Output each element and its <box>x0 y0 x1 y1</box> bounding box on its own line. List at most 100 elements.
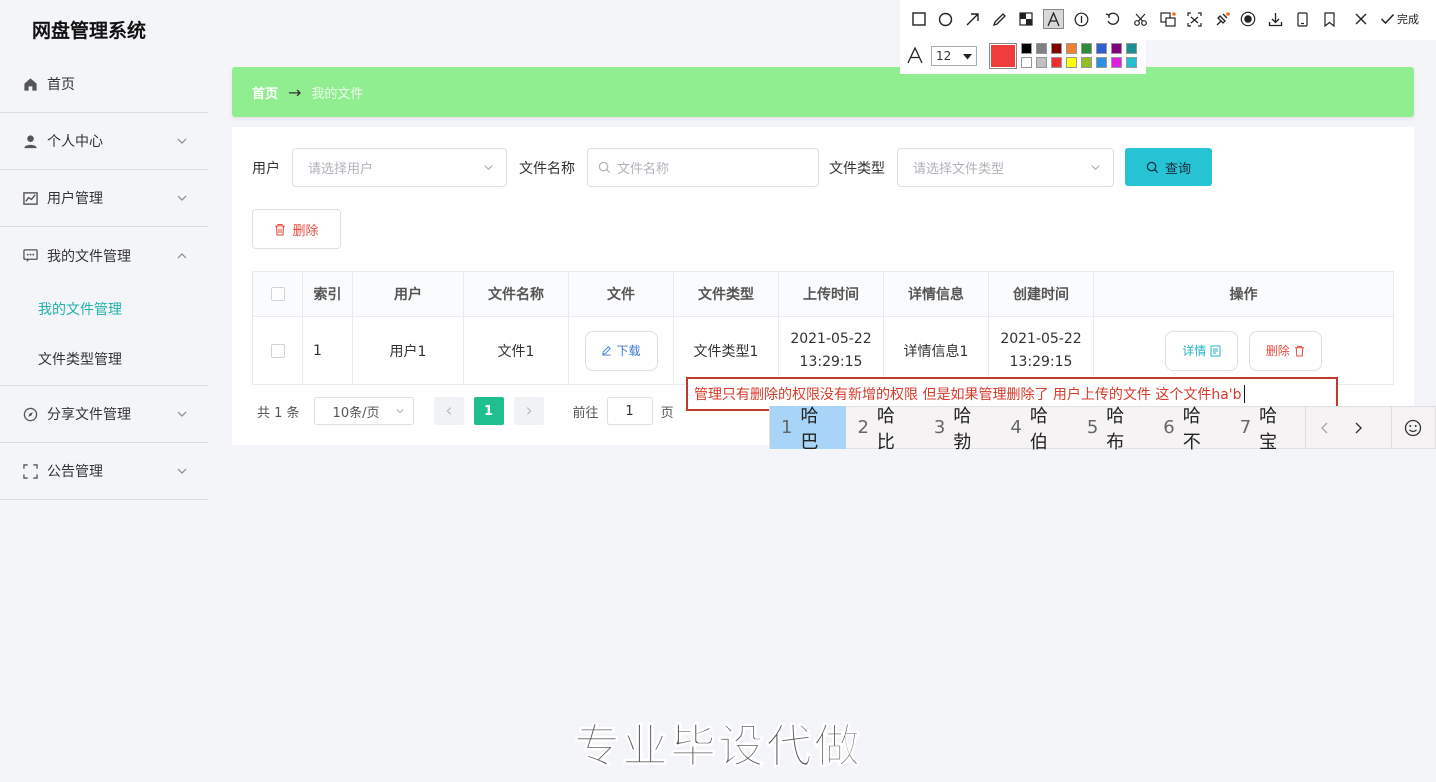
breadcrumb-home[interactable]: 首页 <box>252 83 278 102</box>
ellipse-tool-icon[interactable] <box>936 10 954 28</box>
color-swatch[interactable] <box>1111 57 1122 68</box>
ime-candidate[interactable]: 2 哈比 <box>846 406 922 453</box>
create-date: 2021-05-22 <box>1000 330 1082 347</box>
column-header[interactable]: 详情信息 <box>883 271 989 317</box>
download-button[interactable]: 下载 <box>584 330 658 371</box>
ime-candidate[interactable]: 5 哈布 <box>1076 406 1152 453</box>
column-header[interactable]: 文件 <box>568 271 674 317</box>
chevron-down-icon <box>177 468 187 474</box>
close-icon[interactable] <box>1352 10 1370 28</box>
detail-button[interactable]: 详情 <box>1165 330 1239 371</box>
user-select-placeholder: 请选择用户 <box>308 162 374 177</box>
undo-icon[interactable] <box>1103 10 1121 28</box>
text-tool-icon[interactable] <box>1043 9 1064 29</box>
page-size-select[interactable]: 10条/页 <box>313 397 414 425</box>
color-swatch[interactable] <box>1111 43 1122 54</box>
column-header[interactable]: 索引 <box>302 271 353 317</box>
filename-input[interactable]: 文件名称 <box>587 148 819 187</box>
column-header[interactable]: 文件类型 <box>673 271 779 317</box>
select-all-checkbox[interactable] <box>270 287 285 301</box>
breadcrumb-current: 我的文件 <box>311 86 364 102</box>
chevron-right-icon <box>526 407 531 415</box>
color-swatch[interactable] <box>1126 43 1137 54</box>
page-number-current[interactable]: 1 <box>473 397 504 425</box>
next-page-button[interactable] <box>513 397 544 425</box>
table-header-row: 索引 用户 文件名称 文件 文件类型 上传时间 详情信息 创建时间 操作 <box>252 271 1394 317</box>
sidebar-item-personal-center[interactable]: 个人中心 <box>0 113 208 170</box>
search-button[interactable]: 查询 <box>1125 148 1212 186</box>
goto-page-input[interactable]: 1 <box>606 397 653 425</box>
sidebar-item-home[interactable]: 首页 <box>0 56 208 113</box>
bookmark-icon[interactable] <box>1320 10 1338 28</box>
ime-prev-button[interactable] <box>1306 421 1341 435</box>
pin-icon[interactable] <box>1213 10 1231 28</box>
prev-page-button[interactable] <box>433 397 464 425</box>
column-header[interactable]: 创建时间 <box>988 271 1094 317</box>
color-swatch[interactable] <box>1096 57 1107 68</box>
done-button-label: 完成 <box>1397 13 1419 26</box>
color-swatch[interactable] <box>1051 43 1062 54</box>
user-icon <box>22 133 38 149</box>
rectangle-tool-icon[interactable] <box>910 10 928 28</box>
row-delete-button[interactable]: 删除 <box>1248 330 1322 371</box>
current-color-fill <box>991 45 1015 67</box>
current-color-swatch[interactable] <box>989 43 1017 69</box>
page-size-value: 10条/页 <box>332 405 380 421</box>
sidebar-item-label: 用户管理 <box>47 191 103 207</box>
arrow-tool-icon[interactable] <box>963 10 981 28</box>
ime-candidate[interactable]: 1 哈巴 <box>770 406 847 453</box>
column-header[interactable]: 用户 <box>352 271 464 317</box>
scissors-icon[interactable] <box>1131 10 1149 28</box>
text-caret <box>1243 385 1245 403</box>
ime-candidate[interactable]: 3 哈勃 <box>923 406 999 453</box>
font-size-select[interactable]: 12 <box>931 46 977 66</box>
done-button[interactable]: 完成 <box>1380 10 1430 28</box>
annotation-toolbar: 完成 <box>900 0 1436 40</box>
pen-tool-icon[interactable] <box>990 10 1008 28</box>
user-select[interactable]: 请选择用户 <box>292 148 507 187</box>
color-swatch[interactable] <box>1066 57 1077 68</box>
record-icon[interactable] <box>1239 10 1257 28</box>
filetype-select[interactable]: 请选择文件类型 <box>897 148 1114 187</box>
download-icon[interactable] <box>1266 10 1284 28</box>
caret-down-icon <box>963 54 972 60</box>
sidebar-item-shared-files[interactable]: 分享文件管理 <box>0 386 208 443</box>
number-marker-icon[interactable] <box>1072 10 1090 28</box>
scan-text-icon[interactable] <box>1185 10 1203 28</box>
ime-next-button[interactable] <box>1342 421 1377 435</box>
chevron-down-icon <box>395 408 404 414</box>
chevron-up-icon <box>177 252 187 258</box>
column-header[interactable]: 文件名称 <box>463 271 569 317</box>
row-checkbox[interactable] <box>270 343 285 358</box>
document-icon <box>1210 345 1221 356</box>
ime-candidate[interactable]: 6 哈不 <box>1152 406 1228 453</box>
delete-button[interactable]: 删除 <box>252 209 341 249</box>
color-swatch[interactable] <box>1066 43 1077 54</box>
color-swatch[interactable] <box>1126 57 1137 68</box>
color-swatch[interactable] <box>1021 43 1032 54</box>
sidebar-item-user-management[interactable]: 用户管理 <box>0 170 208 227</box>
mosaic-tool-icon[interactable] <box>1017 10 1035 28</box>
color-swatch[interactable] <box>1081 57 1092 68</box>
color-swatch[interactable] <box>1036 43 1047 54</box>
ime-candidate[interactable]: 4 哈伯 <box>999 406 1075 453</box>
ime-candidate[interactable]: 7 哈宝 <box>1229 406 1305 453</box>
cell-index: 1 <box>302 316 353 385</box>
filename-filter-label: 文件名称 <box>519 161 575 177</box>
column-header[interactable]: 上传时间 <box>778 271 884 317</box>
color-swatch[interactable] <box>1051 57 1062 68</box>
pagination-total: 共 1 条 <box>257 405 300 421</box>
sidebar-subitem-file-types[interactable]: 文件类型管理 <box>0 334 208 384</box>
sidebar-item-announcements[interactable]: 公告管理 <box>0 443 208 500</box>
color-swatch[interactable] <box>1021 57 1032 68</box>
sidebar-subitem-my-files[interactable]: 我的文件管理 <box>0 284 208 334</box>
mobile-icon[interactable] <box>1293 10 1311 28</box>
chevron-down-icon <box>177 195 187 201</box>
emoji-button[interactable] <box>1392 419 1435 437</box>
translate-icon[interactable] <box>1159 10 1177 28</box>
color-swatch[interactable] <box>1081 43 1092 54</box>
color-swatch[interactable] <box>1036 57 1047 68</box>
color-swatch[interactable] <box>1096 43 1107 54</box>
sidebar-item-my-files[interactable]: 我的文件管理 <box>0 227 208 284</box>
check-icon <box>1380 13 1395 25</box>
